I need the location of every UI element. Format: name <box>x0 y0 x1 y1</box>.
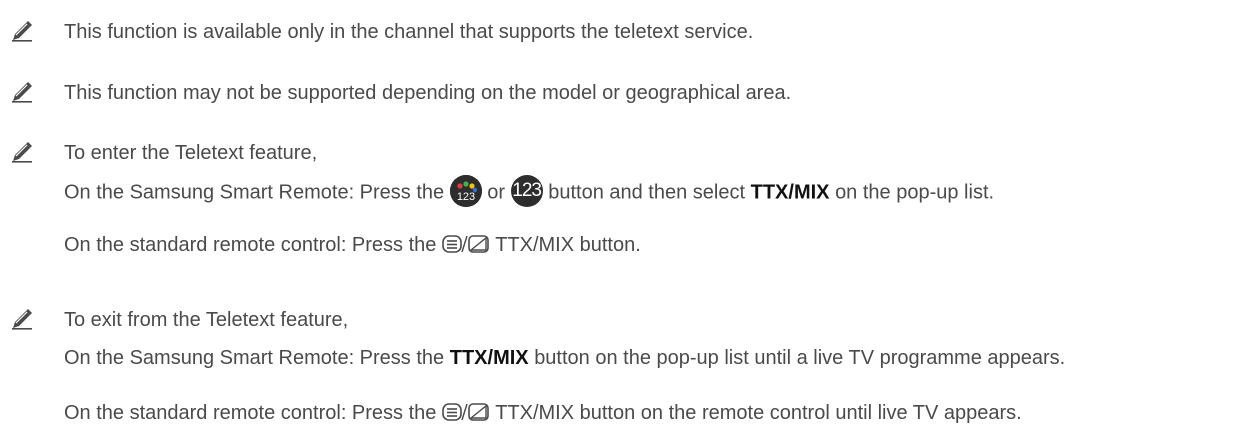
note-3-standard-remote-line: On the standard remote control: Press th… <box>64 233 641 257</box>
note-1-text: This function is available only in the c… <box>64 21 754 43</box>
note-4-standard-remote-line: On the standard remote control: Press th… <box>64 401 1022 425</box>
standard-remote-prefix: On the standard remote control: Press th… <box>64 402 437 424</box>
smart-remote-prefix: On the Samsung Smart Remote: Press the <box>64 181 445 204</box>
pencil-icon <box>12 82 32 103</box>
ttx-mix-icon <box>442 234 489 253</box>
note-3-smart-remote-line: On the Samsung Smart Remote: Press the 1… <box>64 175 995 209</box>
standard-remote-suffix: TTX/MIX button on the remote control unt… <box>495 402 1022 424</box>
pencil-icon <box>12 142 32 163</box>
number-123-button-icon: 123 <box>510 175 543 207</box>
smart-remote-suffix: on the pop-up list. <box>835 181 995 204</box>
standard-remote-suffix: TTX/MIX button. <box>495 234 641 256</box>
smart-remote-mid: button and then select <box>548 181 746 204</box>
pencil-icon <box>12 309 32 330</box>
ttx-mix-icon <box>442 402 489 421</box>
note-4-smart-remote-line: On the Samsung Smart Remote: Press the T… <box>64 346 1065 370</box>
ttx-mix-label: TTX/MIX <box>750 181 830 204</box>
smart-remote-or: or <box>487 181 506 204</box>
note-3-title: To enter the Teletext feature, <box>64 142 318 164</box>
note-4-title: To exit from the Teletext feature, <box>64 309 349 331</box>
pencil-icon <box>12 21 32 42</box>
standard-remote-prefix: On the standard remote control: Press th… <box>64 234 437 256</box>
color-123-label: 123 <box>457 191 475 203</box>
smart-remote-prefix: On the Samsung Smart Remote: Press the <box>64 347 445 369</box>
ttx-mix-label: TTX/MIX <box>449 347 529 369</box>
color-123-button-icon: 123 <box>449 175 482 207</box>
smart-remote-suffix: button on the pop-up list until a live T… <box>534 347 1066 369</box>
note-2-text: This function may not be supported depen… <box>64 82 792 104</box>
